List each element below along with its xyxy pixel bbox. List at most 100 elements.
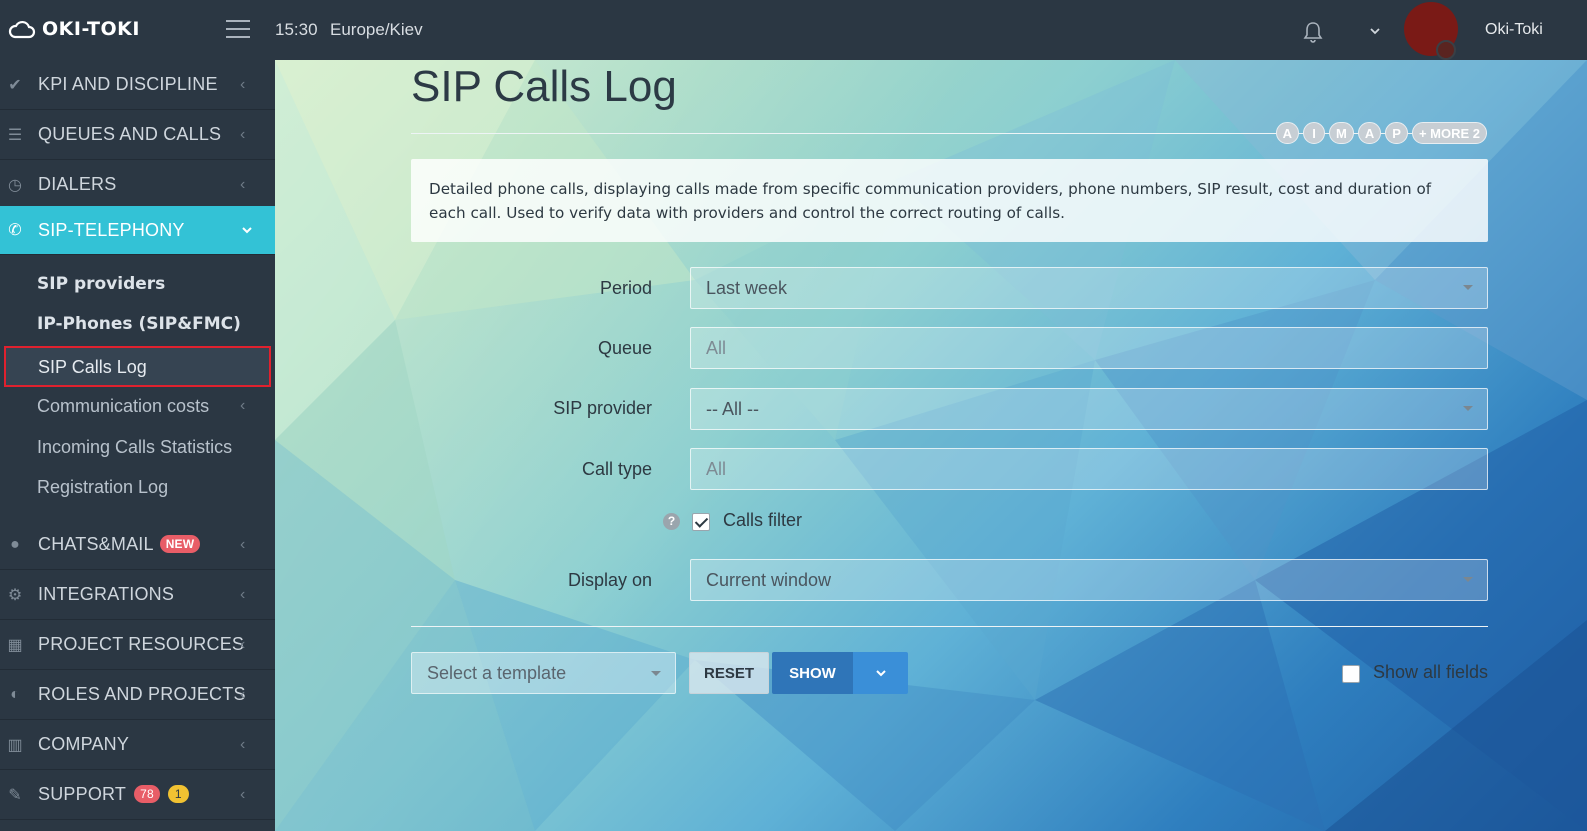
sidebar-item-chats-mail[interactable]: ● CHATS&MAIL NEW ‹: [0, 520, 275, 570]
sidebar: ✔ KPI AND DISCIPLINE ‹ ☰ QUEUES AND CALL…: [0, 60, 275, 831]
chevron-left-icon: ‹: [240, 635, 246, 653]
sidebar-item-label: ROLES AND PROJECTS: [38, 684, 246, 704]
sidebar-item-company[interactable]: ▥ COMPANY ‹: [0, 720, 275, 770]
dropdown-arrow-icon: [1463, 406, 1473, 411]
template-placeholder: Select a template: [427, 662, 567, 683]
show-all-fields-label[interactable]: Show all fields: [1373, 662, 1488, 683]
pill-a2[interactable]: A: [1357, 122, 1382, 144]
sub-item-incoming-calls-statistics[interactable]: Incoming Calls Statistics: [37, 437, 232, 458]
chevron-left-icon: ‹: [240, 735, 246, 753]
phone-icon: ✆: [8, 222, 22, 239]
display-on-label: Display on: [567, 570, 652, 590]
chevron-left-icon: ‹: [240, 75, 246, 93]
help-icon[interactable]: ?: [663, 513, 680, 530]
sidebar-item-dialers[interactable]: ◷ DIALERS ‹: [0, 160, 275, 210]
dropdown-arrow-icon: [651, 671, 661, 676]
user-name[interactable]: Oki-Toki: [1485, 21, 1543, 39]
clock-time: 15:30: [275, 20, 318, 39]
sidebar-item-label: DIALERS: [38, 174, 117, 194]
sidebar-item-roles-projects[interactable]: ◐ ROLES AND PROJECTS ‹: [0, 670, 275, 720]
sidebar-item-label: QUEUES AND CALLS: [38, 124, 222, 144]
sidebar-item-label: PROJECT RESOURCES: [38, 634, 245, 654]
display-on-select[interactable]: Current window: [690, 559, 1488, 601]
calls-filter-checkbox[interactable]: [692, 513, 710, 531]
sub-item-sip-providers[interactable]: SIP providers: [37, 274, 165, 294]
dropdown-arrow-icon: [1463, 285, 1473, 290]
pill-p[interactable]: P: [1385, 122, 1408, 144]
period-value: Last week: [706, 277, 788, 298]
toggle-icon: ◐: [10, 685, 20, 703]
sip-provider-value: -- All --: [706, 398, 759, 419]
clock-icon: ◷: [8, 176, 22, 194]
pill-a[interactable]: A: [1275, 122, 1300, 144]
show-all-fields-checkbox[interactable]: [1342, 665, 1360, 683]
description-text: Detailed phone calls, displaying calls m…: [429, 180, 1432, 222]
top-bar: OKI-TOKI 15:30 Europe/Kiev Oki-Toki: [0, 0, 1587, 60]
menu-toggle-icon[interactable]: [226, 20, 250, 38]
support-count-badge: 78: [134, 785, 160, 803]
bell-icon[interactable]: [1302, 20, 1324, 44]
chat-icon: ●: [10, 535, 20, 553]
template-select[interactable]: Select a template: [411, 652, 676, 694]
chevron-left-icon: ‹: [240, 125, 246, 143]
sidebar-item-integrations[interactable]: ⚙ INTEGRATIONS ‹: [0, 570, 275, 620]
pill-m[interactable]: M: [1329, 122, 1354, 144]
sidebar-item-label: KPI AND DISCIPLINE: [38, 74, 218, 94]
wrench-icon: ✎: [8, 786, 22, 804]
main-content: SIP Calls Log A I M A P + MORE 2 Detaile…: [275, 60, 1587, 831]
grid-icon: ▦: [7, 636, 23, 654]
period-select[interactable]: Last week: [690, 267, 1488, 309]
description-box: Detailed phone calls, displaying calls m…: [411, 159, 1488, 242]
period-label: Period: [599, 278, 652, 298]
access-pills: A I M A P + MORE 2: [1275, 122, 1487, 144]
chevron-down-icon[interactable]: [1368, 24, 1382, 38]
chevron-left-icon: ‹: [240, 685, 246, 703]
pill-i[interactable]: I: [1303, 122, 1326, 144]
pill-more[interactable]: + MORE 2: [1411, 122, 1487, 144]
sidebar-item-label: SIP-TELEPHONY: [38, 219, 185, 240]
logo-text: OKI-TOKI: [42, 18, 140, 40]
chevron-down-icon: [242, 227, 252, 234]
sip-provider-select[interactable]: -- All --: [690, 388, 1488, 430]
page-title: SIP Calls Log: [411, 62, 677, 111]
dropdown-arrow-icon: [1463, 577, 1473, 582]
chevron-left-icon: ‹: [240, 585, 246, 603]
logo[interactable]: OKI-TOKI: [8, 18, 140, 40]
bar-chart-icon: ▥: [7, 736, 23, 754]
sub-item-label: SIP Calls Log: [38, 357, 147, 377]
show-options-button[interactable]: [853, 652, 908, 694]
call-type-placeholder: All: [706, 458, 727, 479]
sub-item-ip-phones[interactable]: IP-Phones (SIP&FMC): [37, 314, 241, 334]
display-on-value: Current window: [706, 569, 832, 590]
sidebar-item-kpi[interactable]: ✔ KPI AND DISCIPLINE ‹: [0, 60, 275, 110]
chevron-down-icon: [875, 670, 886, 677]
call-type-label: Call type: [581, 459, 652, 479]
sidebar-item-sip-telephony[interactable]: ✆ SIP-TELEPHONY: [0, 206, 275, 255]
chevron-left-icon: ‹: [240, 785, 246, 803]
chevron-left-icon: ‹: [240, 397, 246, 414]
sidebar-item-project-resources[interactable]: ▦ PROJECT RESOURCES ‹: [0, 620, 275, 670]
check-icon: ✔: [8, 76, 22, 94]
sip-provider-label: SIP provider: [553, 398, 652, 418]
new-badge: NEW: [159, 535, 201, 553]
sidebar-item-queues[interactable]: ☰ QUEUES AND CALLS ‹: [0, 110, 275, 160]
timezone: Europe/Kiev: [330, 20, 423, 39]
support-alert-badge: 1: [167, 785, 189, 803]
call-type-select[interactable]: All: [690, 448, 1488, 490]
sidebar-item-label-wrap: CHATS&MAIL NEW: [38, 534, 201, 555]
sidebar-item-support[interactable]: ✎ SUPPORT 78 1 ‹: [0, 770, 275, 820]
sidebar-item-label: COMPANY: [38, 734, 130, 754]
sub-item-registration-log[interactable]: Registration Log: [37, 477, 168, 498]
chevron-left-icon: ‹: [240, 535, 246, 553]
sidebar-item-label: CHATS&MAIL: [38, 534, 154, 554]
sub-item-communication-costs[interactable]: Communication costs: [37, 396, 209, 417]
queue-placeholder: All: [706, 337, 727, 358]
reset-button[interactable]: RESET: [689, 652, 769, 694]
queue-select[interactable]: All: [690, 327, 1488, 369]
form-divider: [411, 626, 1488, 627]
sidebar-item-label-wrap: SUPPORT 78 1: [38, 784, 189, 805]
sidebar-item-label: SUPPORT: [38, 784, 127, 804]
calls-filter-label[interactable]: Calls filter: [723, 510, 802, 531]
sub-item-sip-calls-log[interactable]: SIP Calls Log: [4, 346, 271, 387]
show-button[interactable]: SHOW: [772, 652, 853, 694]
